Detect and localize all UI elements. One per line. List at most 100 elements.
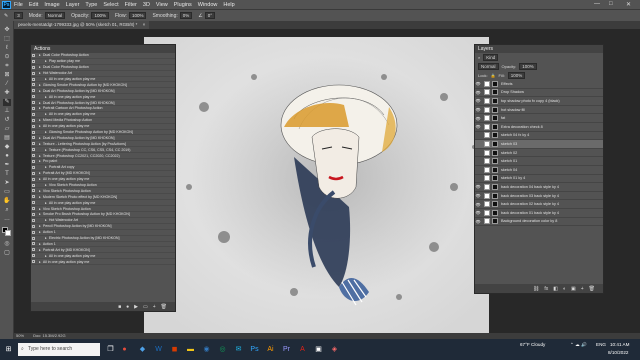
layer-row[interactable]: 👁 fat — [475, 114, 603, 123]
word-icon[interactable]: W — [154, 345, 163, 354]
expand-caret-icon[interactable]: ▸ — [39, 177, 41, 181]
expand-caret-icon[interactable]: ▸ — [39, 142, 41, 146]
angle-input[interactable]: 0° — [204, 12, 216, 19]
close-button[interactable]: ✕ — [626, 1, 631, 8]
file-explorer-icon[interactable]: ▬ — [186, 345, 195, 354]
premiere-taskbar-icon[interactable]: Pr — [282, 345, 291, 354]
layer-mask-thumbnail[interactable] — [492, 166, 498, 173]
mail-icon[interactable]: ✉ — [234, 345, 243, 354]
new-set-icon[interactable]: ▭ — [143, 304, 148, 310]
stamp-tool-icon[interactable]: ⊥ — [3, 108, 11, 115]
brush-tool-icon[interactable]: ✎ — [4, 13, 8, 19]
brush-size[interactable]: 3 — [14, 12, 23, 19]
layer-mask-thumbnail[interactable] — [492, 106, 498, 113]
app-icon-1[interactable]: ● — [120, 345, 129, 354]
brush-tool-icon[interactable]: ✎ — [3, 99, 11, 106]
expand-caret-icon[interactable]: ▸ — [45, 148, 47, 152]
expand-caret-icon[interactable]: ▸ — [45, 95, 47, 99]
doc-info[interactable]: Doc: 15.3M/2.92G — [33, 333, 65, 338]
gradient-tool-icon[interactable]: ▤ — [3, 135, 11, 142]
action-checkbox-icon[interactable] — [32, 148, 35, 152]
expand-caret-icon[interactable]: ▸ — [39, 195, 41, 199]
acrobat-taskbar-icon[interactable]: A — [298, 345, 307, 354]
action-checkbox-icon[interactable] — [32, 130, 35, 134]
weather-widget[interactable]: 67°F Cloudy — [520, 342, 545, 347]
action-checkbox-icon[interactable] — [32, 224, 35, 228]
action-checkbox-icon[interactable] — [32, 165, 35, 169]
brush-size-value[interactable]: 3 — [14, 12, 23, 19]
visibility-eye-icon[interactable]: 👁 — [475, 90, 481, 95]
app-icon-2[interactable]: ◆ — [138, 345, 147, 354]
action-checkbox-icon[interactable] — [32, 242, 35, 246]
expand-caret-icon[interactable]: ▸ — [45, 254, 47, 258]
dodge-tool-icon[interactable]: ● — [3, 153, 11, 160]
actions-panel-title[interactable]: Actions — [31, 45, 175, 53]
actions-list[interactable]: ▸ Dual Color Photoshop Action ▸ Play action… — [31, 53, 175, 303]
eraser-tool-icon[interactable]: ▱ — [3, 126, 11, 133]
mode-select[interactable]: Normal — [44, 12, 66, 19]
expand-caret-icon[interactable]: ▸ — [39, 212, 41, 216]
fx-icon[interactable]: fx — [544, 286, 548, 292]
visibility-eye-icon[interactable]: 👁 — [475, 107, 481, 112]
action-checkbox-icon[interactable] — [32, 230, 35, 234]
quick-mask-icon[interactable]: ◎ — [3, 241, 11, 248]
layer-mask-thumbnail[interactable] — [492, 123, 498, 130]
hand-tool-icon[interactable]: ✋ — [3, 198, 11, 205]
layer-mask-thumbnail[interactable] — [492, 218, 498, 225]
action-checkbox-icon[interactable] — [32, 118, 35, 122]
expand-caret-icon[interactable]: ▸ — [39, 171, 41, 175]
action-checkbox-icon[interactable] — [32, 83, 35, 87]
action-checkbox-icon[interactable] — [32, 212, 35, 216]
screen-mode-icon[interactable]: ▢ — [3, 250, 11, 257]
delete-icon[interactable]: 🗑 — [161, 304, 167, 310]
action-checkbox-icon[interactable] — [32, 142, 35, 146]
expand-caret-icon[interactable]: ▸ — [39, 260, 41, 264]
pen-tool-icon[interactable]: ✒ — [3, 162, 11, 169]
expand-caret-icon[interactable]: ▸ — [39, 154, 41, 158]
type-tool-icon[interactable]: T — [3, 171, 11, 178]
play-icon[interactable]: ▶ — [134, 304, 138, 310]
layer-row[interactable]: sketch 02 — [475, 149, 603, 158]
quick-select-tool-icon[interactable]: ⊙ — [3, 54, 11, 61]
expand-caret-icon[interactable]: ▸ — [45, 201, 47, 205]
layer-mask-thumbnail[interactable] — [492, 201, 498, 208]
illustrator-taskbar-icon[interactable]: Ai — [266, 345, 275, 354]
menu-type[interactable]: Type — [85, 2, 97, 8]
action-checkbox-icon[interactable] — [32, 236, 35, 240]
expand-caret-icon[interactable]: ▸ — [39, 124, 41, 128]
visibility-eye-icon[interactable]: 👁 — [475, 124, 481, 129]
menu-3d[interactable]: 3D — [143, 2, 150, 8]
layer-row[interactable]: sketch 01 — [475, 157, 603, 166]
action-checkbox-icon[interactable] — [32, 53, 35, 57]
app-icon-4[interactable]: ◈ — [330, 345, 339, 354]
layer-opacity-input[interactable]: 100% — [519, 63, 537, 70]
layer-row[interactable]: 👁 Effects — [475, 80, 603, 89]
expand-caret-icon[interactable]: ▸ — [39, 101, 41, 105]
zoom-level[interactable]: 50% — [16, 333, 24, 338]
action-checkbox-icon[interactable] — [32, 124, 35, 128]
layer-mask-thumbnail[interactable] — [492, 209, 498, 216]
adjustment-icon[interactable]: ◐ — [563, 286, 566, 292]
layer-row[interactable]: sketch 04 — [475, 166, 603, 175]
layer-row[interactable]: 👁 back decoration 01 back style ky 4 — [475, 209, 603, 218]
new-action-icon[interactable]: + — [153, 304, 156, 310]
menu-plugins[interactable]: Plugins — [174, 2, 192, 8]
layer-mask-thumbnail[interactable] — [492, 149, 498, 156]
expand-caret-icon[interactable]: ▸ — [39, 224, 41, 228]
app-icon-3[interactable]: ▣ — [314, 345, 323, 354]
photoshop-logo-icon[interactable]: Ps — [2, 0, 11, 9]
expand-caret-icon[interactable]: ▸ — [45, 236, 47, 240]
mask-icon[interactable]: ◧ — [553, 286, 558, 292]
group-icon[interactable]: ▣ — [571, 286, 576, 292]
expand-caret-icon[interactable]: ▸ — [45, 112, 47, 116]
expand-caret-icon[interactable]: ▸ — [45, 59, 47, 63]
action-checkbox-icon[interactable] — [32, 260, 35, 264]
menu-layer[interactable]: Layer — [66, 2, 80, 8]
menu-window[interactable]: Window — [198, 2, 218, 8]
action-checkbox-icon[interactable] — [32, 177, 35, 181]
layer-row[interactable]: 👁 Drop Shadow — [475, 89, 603, 98]
task-view-icon[interactable]: ❐ — [106, 345, 115, 354]
action-checkbox-icon[interactable] — [32, 59, 35, 63]
tray-icons[interactable]: ⌃ ☁ 🔊 — [570, 342, 587, 348]
expand-caret-icon[interactable]: ▸ — [39, 230, 41, 234]
